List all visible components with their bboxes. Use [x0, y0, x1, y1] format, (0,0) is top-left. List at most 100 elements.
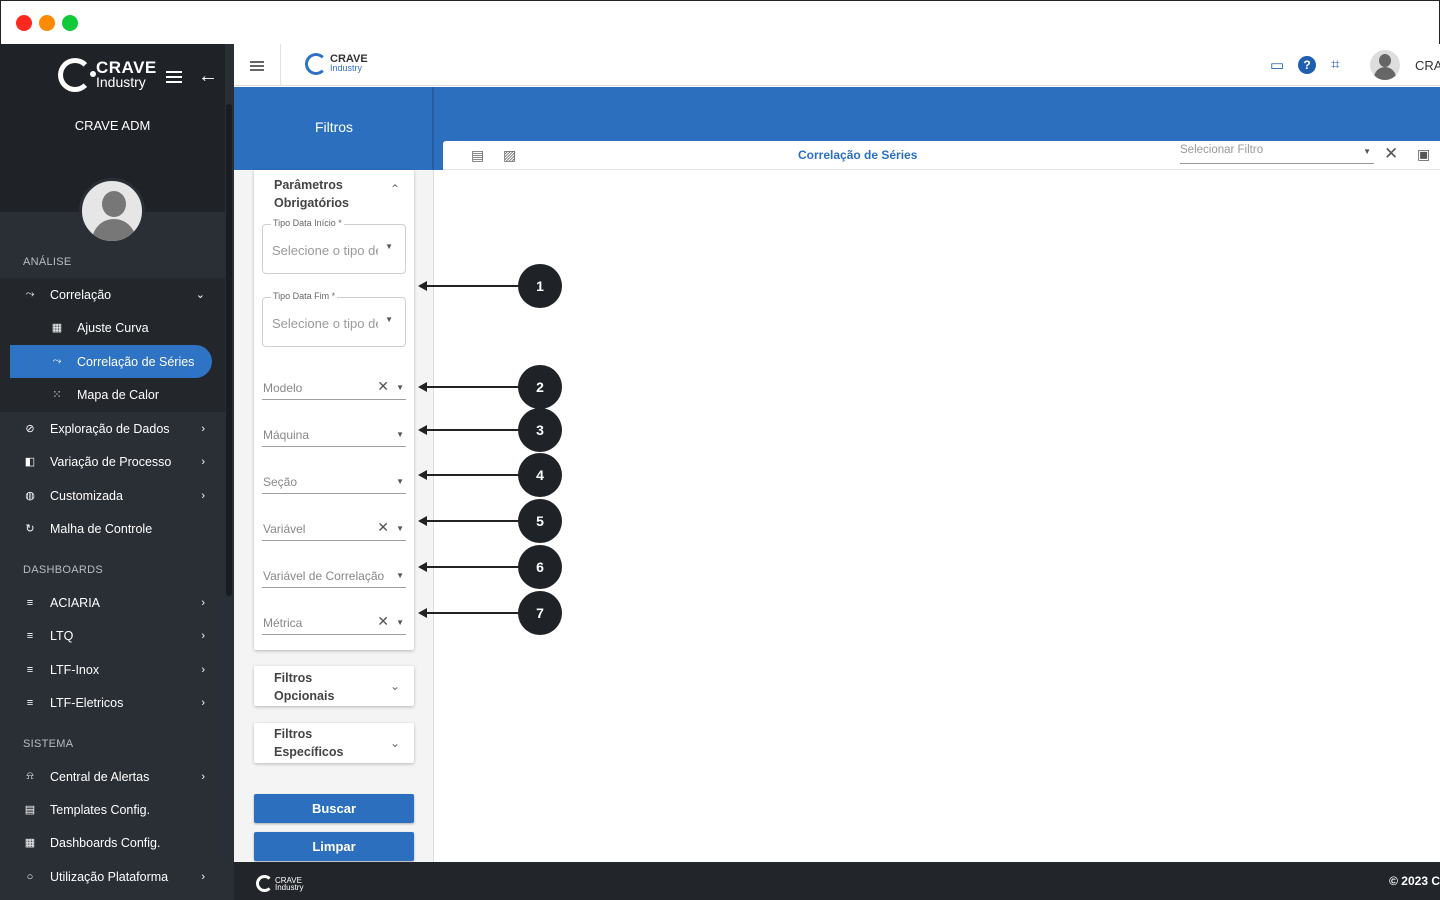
sidebar-item-label: Exploração de Dados [50, 421, 170, 436]
sidebar-item-variacao[interactable]: ◧ Variação de Processo › [0, 445, 225, 478]
annotation-arrowhead-2 [418, 382, 427, 392]
sidebar-item-customizada[interactable]: ◍ Customizada › [0, 479, 225, 512]
window-maximize-button[interactable] [62, 15, 78, 31]
refresh-icon: ↻ [25, 523, 35, 535]
correlation-icon: ⤳ [25, 288, 35, 300]
annotation-badge-5: 5 [518, 499, 562, 543]
field-placeholder: Selecione o tipo de data [272, 243, 378, 258]
tipo-data-inicio-select[interactable]: Tipo Data Início * Selecione o tipo de d… [262, 218, 406, 274]
required-params-title[interactable]: Parâmetros Obrigatórios [274, 176, 349, 212]
chevron-right-icon: › [201, 696, 205, 709]
save-icon[interactable]: ▣ [1417, 146, 1430, 163]
pdf-export-icon[interactable]: ▤ [471, 147, 484, 164]
specific-filters-title: Filtros Específicos [274, 727, 344, 759]
bell-icon: ⍾ [26, 770, 34, 782]
secao-select[interactable]: Seção ▼ [262, 472, 406, 494]
required-params-card: Parâmetros Obrigatórios ⌃ Tipo Data Iníc… [254, 170, 414, 650]
annotation-line-4 [420, 474, 520, 476]
chevron-right-icon: › [201, 663, 205, 676]
sidebar-user-name: CRAVE ADM [74, 118, 151, 133]
chevron-up-icon[interactable]: ⌃ [390, 182, 400, 196]
chevron-down-icon: ⌄ [195, 289, 205, 301]
maquina-select[interactable]: Máquina ▼ [262, 425, 406, 447]
window-close-button[interactable] [16, 15, 32, 31]
sidebar-item-correlacao-series[interactable]: ⤳ Correlação de Séries [10, 345, 212, 378]
footer-copyright: © 2023 C [1389, 874, 1440, 888]
list-icon: ≡ [26, 629, 34, 642]
annotation-badge-1: 1 [518, 264, 562, 308]
clear-icon[interactable]: ✕ [377, 613, 389, 630]
footer-logo-sub: Industry [275, 882, 304, 892]
sidebar-item-templates[interactable]: ▤ Templates Config. [0, 793, 225, 826]
field-label: Tipo Data Fim * [271, 291, 338, 301]
sidebar-item-malha[interactable]: ↻ Malha de Controle [0, 512, 225, 545]
sidebar-item-ltq[interactable]: ≡ LTQ › [0, 619, 225, 652]
topbar: CRAVE Industry ▭ ? ⌗ CRA [234, 44, 1440, 86]
chevron-right-icon: › [201, 455, 205, 468]
sidebar-item-label: Correlação [50, 287, 112, 302]
circle-icon: ○ [26, 870, 34, 883]
sidebar-menu-icon[interactable] [166, 71, 182, 83]
sidebar-item-dashboards-config[interactable]: ▦ Dashboards Config. [0, 826, 225, 859]
annotation-line-7 [420, 612, 520, 614]
topbar-logo[interactable]: CRAVE Industry [305, 53, 368, 75]
sidebar-item-ajuste-curva[interactable]: ▦ Ajuste Curva [0, 311, 225, 344]
filters-title: Filtros [314, 119, 354, 135]
annotation-badge-6: 6 [518, 545, 562, 589]
sidebar-item-label: Utilização Plataforma [50, 869, 169, 884]
exit-fullscreen-icon[interactable]: ⌗ [1331, 56, 1339, 73]
user-avatar[interactable] [79, 178, 145, 244]
sidebar-item-central-alertas[interactable]: ⍾ Central de Alertas › [0, 760, 225, 793]
search-button[interactable]: Buscar [254, 794, 414, 823]
clear-button[interactable]: Limpar [254, 832, 414, 861]
chevron-down-icon[interactable]: ⌄ [390, 736, 400, 750]
close-icon[interactable]: ✕ [1384, 144, 1398, 164]
window-minimize-button[interactable] [39, 15, 55, 31]
chevron-right-icon: › [201, 629, 205, 642]
annotation-badge-3: 3 [518, 408, 562, 452]
metrica-select[interactable]: Métrica ✕ ▼ [262, 613, 406, 635]
variavel-correlacao-select[interactable]: Variável de Correlação ▼ [262, 566, 406, 588]
sidebar-item-ltf-eletricos[interactable]: ≡ LTF-Eletricos › [0, 686, 225, 719]
logo-sub: Industry [96, 74, 146, 90]
select-filter-dropdown[interactable]: Selecionar Filtro ▼ [1180, 144, 1374, 164]
clear-icon[interactable]: ✕ [377, 519, 389, 536]
annotation-line-5 [420, 520, 520, 522]
annotation-line-6 [420, 566, 520, 568]
list-icon: ≡ [26, 596, 34, 609]
variavel-select[interactable]: Variável ✕ ▼ [262, 519, 406, 541]
sidebar-item-mapa-calor[interactable]: ⁙ Mapa de Calor [0, 378, 225, 411]
chart-content-card: ▤ ▨ Correlação de Séries Selecionar Filt… [443, 141, 1440, 862]
chevron-right-icon: › [201, 422, 205, 435]
chevron-down-icon[interactable]: ⌄ [390, 679, 400, 693]
sidebar-item-correlacao[interactable]: ⤳ Correlação ⌄ [0, 278, 225, 311]
window-titlebar [0, 0, 1440, 44]
logo-icon [58, 58, 96, 92]
sidebar-item-utilizacao[interactable]: ○ Utilização Plataforma › [0, 860, 225, 893]
template-icon: ▤ [24, 804, 36, 816]
help-icon[interactable]: ? [1298, 56, 1316, 74]
topbar-avatar[interactable] [1370, 50, 1400, 80]
image-export-icon[interactable]: ▨ [503, 147, 516, 164]
sidebar-item-aciaria[interactable]: ≡ ACIARIA › [0, 586, 225, 619]
section-system: SISTEMA [23, 738, 74, 750]
sidebar-logo[interactable]: CRAVE Industry [58, 58, 157, 92]
annotation-arrowhead-1 [418, 281, 427, 291]
clear-icon[interactable]: ✕ [377, 378, 389, 395]
sidebar-item-ltf-inox[interactable]: ≡ LTF-Inox › [0, 653, 225, 686]
menu-toggle-icon[interactable] [250, 61, 264, 71]
specific-filters-card[interactable]: Filtros Específicos ⌄ [254, 723, 414, 763]
sidebar-item-exploracao[interactable]: ⊘ Exploração de Dados › [0, 412, 225, 445]
chevron-right-icon: › [201, 770, 205, 783]
annotation-arrowhead-3 [418, 425, 427, 435]
modelo-select[interactable]: Modelo ✕ ▼ [262, 378, 406, 400]
sidebar-collapse-arrow-icon[interactable]: ← [198, 65, 218, 88]
tipo-data-fim-select[interactable]: Tipo Data Fim * Selecione o tipo de data… [262, 291, 406, 347]
sidebar-item-label: Dashboards Config. [50, 835, 161, 850]
topbar-user-name[interactable]: CRA [1415, 58, 1440, 73]
compass-icon: ⊘ [25, 423, 35, 435]
optional-filters-card[interactable]: Filtros Opcionais ⌄ [254, 666, 414, 706]
filters-header: Filtros [234, 87, 434, 170]
chat-icon[interactable]: ▭ [1270, 56, 1284, 74]
sidebar-scrollbar[interactable] [226, 104, 232, 596]
